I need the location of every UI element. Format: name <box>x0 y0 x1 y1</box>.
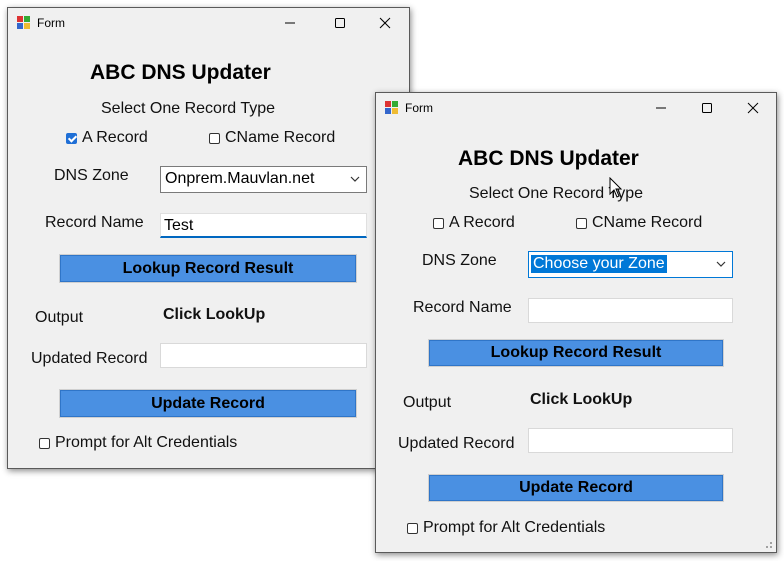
checkbox-unchecked-icon[interactable] <box>407 522 418 534</box>
app-heading: ABC DNS Updater <box>458 147 639 170</box>
minimize-button[interactable] <box>267 8 313 38</box>
updated-record-input[interactable] <box>528 428 733 453</box>
record-name-label: Record Name <box>413 299 512 316</box>
maximize-icon <box>702 103 712 113</box>
checkbox-unchecked-icon[interactable] <box>209 132 220 144</box>
dns-zone-label: DNS Zone <box>422 252 497 269</box>
a-record-label: A Record <box>449 214 515 231</box>
output-label: Output <box>35 309 84 326</box>
window-title: Form <box>405 101 433 115</box>
chevron-down-icon[interactable] <box>715 259 727 269</box>
minimize-icon <box>656 107 666 109</box>
checkbox-checked-icon[interactable] <box>66 132 77 144</box>
minimize-icon <box>285 22 295 24</box>
alt-credentials-checkbox[interactable]: Prompt for Alt Credentials <box>39 434 237 452</box>
form-window-back[interactable]: Form ABC DNS Updater Select One Record T… <box>7 7 410 469</box>
cname-record-checkbox[interactable]: CName Record <box>576 214 702 232</box>
updated-record-label: Updated Record <box>398 435 515 452</box>
lookup-record-button[interactable]: Lookup Record Result <box>429 340 723 366</box>
record-name-label: Record Name <box>45 214 144 231</box>
resize-grip-icon[interactable] <box>763 539 773 549</box>
checkbox-unchecked-icon[interactable] <box>576 217 587 229</box>
dns-zone-label: DNS Zone <box>54 167 129 184</box>
a-record-checkbox[interactable]: A Record <box>433 214 515 232</box>
updated-record-label: Updated Record <box>31 350 148 367</box>
select-record-type-label: Select One Record Type <box>101 100 276 117</box>
record-name-input[interactable]: Test <box>160 213 367 238</box>
checkbox-unchecked-icon[interactable] <box>433 217 444 229</box>
output-label: Output <box>403 394 452 411</box>
cname-record-label: CName Record <box>592 214 703 231</box>
updated-record-input[interactable] <box>160 343 367 368</box>
cname-record-checkbox[interactable]: CName Record <box>209 129 335 147</box>
form-app-icon <box>385 101 398 114</box>
mouse-cursor-icon <box>609 177 623 198</box>
alt-credentials-label: Prompt for Alt Credentials <box>423 519 606 536</box>
cname-record-label: CName Record <box>225 129 336 146</box>
maximize-button[interactable] <box>684 93 730 123</box>
form-window-front[interactable]: Form ABC DNS Updater Select One Record T… <box>375 92 777 553</box>
chevron-down-icon[interactable] <box>349 174 361 184</box>
minimize-button[interactable] <box>638 93 684 123</box>
output-value: Click LookUp <box>530 391 633 408</box>
app-heading: ABC DNS Updater <box>90 61 271 84</box>
alt-credentials-checkbox[interactable]: Prompt for Alt Credentials <box>407 519 605 537</box>
window-title: Form <box>37 16 65 30</box>
maximize-button[interactable] <box>317 8 363 38</box>
dns-zone-value: Onprem.Mauvlan.net <box>165 170 315 187</box>
close-icon <box>379 17 391 29</box>
output-value: Click LookUp <box>163 306 266 323</box>
lookup-record-button[interactable]: Lookup Record Result <box>60 255 356 282</box>
checkbox-unchecked-icon[interactable] <box>39 437 50 449</box>
update-record-button[interactable]: Update Record <box>429 475 723 501</box>
title-bar[interactable]: Form <box>376 93 776 123</box>
record-name-value: Test <box>164 217 194 234</box>
maximize-icon <box>335 18 345 28</box>
dns-zone-dropdown[interactable]: Choose your Zone <box>528 251 733 278</box>
form-app-icon <box>17 16 30 29</box>
dns-zone-value: Choose your Zone <box>531 255 667 273</box>
record-name-input[interactable] <box>528 298 733 323</box>
title-bar[interactable]: Form <box>8 8 409 38</box>
dns-zone-dropdown[interactable]: Onprem.Mauvlan.net <box>160 166 367 193</box>
update-record-button[interactable]: Update Record <box>60 390 356 417</box>
close-button[interactable] <box>730 93 776 123</box>
close-icon <box>747 102 759 114</box>
alt-credentials-label: Prompt for Alt Credentials <box>55 434 238 451</box>
a-record-label: A Record <box>82 129 148 146</box>
a-record-checkbox[interactable]: A Record <box>66 129 148 147</box>
close-button[interactable] <box>362 8 408 38</box>
